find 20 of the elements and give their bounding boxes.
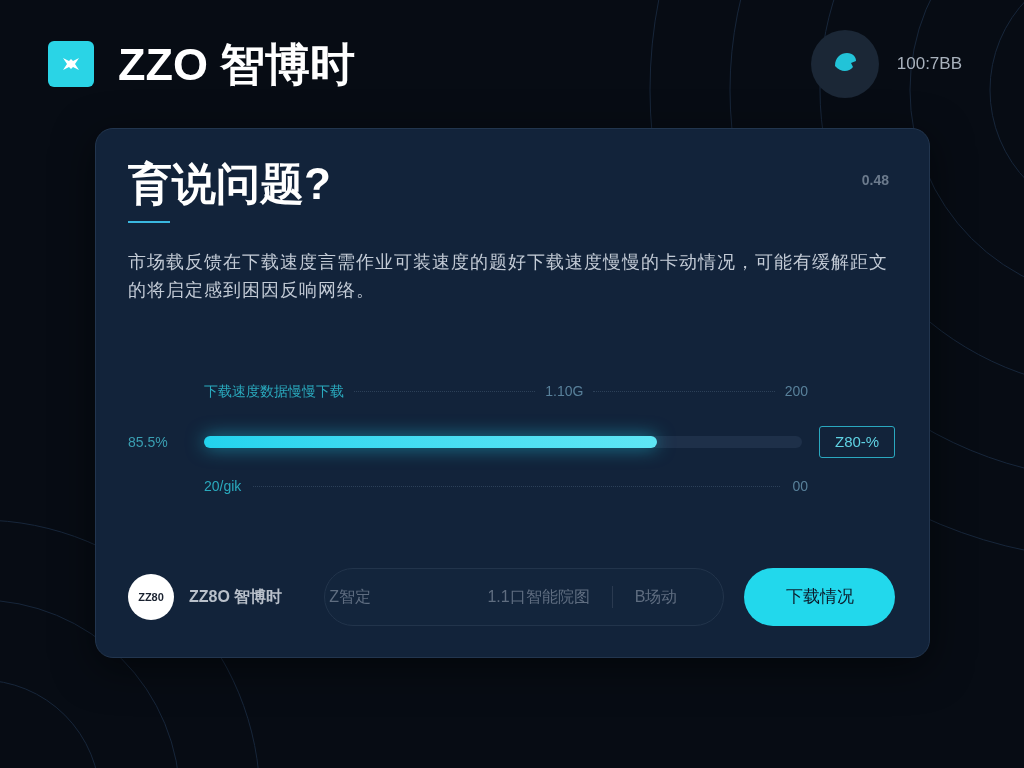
axis-label: 1.10G	[545, 381, 584, 401]
logo-badge: ZZ80	[128, 574, 174, 620]
axis-label: 00	[792, 476, 808, 496]
account-label: 100:7BB	[896, 53, 962, 76]
axis-label: 下载速度数据慢慢下载	[204, 381, 344, 401]
corner-label: 0.48	[861, 171, 889, 190]
value-badge: Z80-%	[819, 426, 895, 458]
info-text: 1.1口智能院图	[487, 587, 590, 607]
footer-brand: ZZ8O 智博时	[189, 587, 283, 607]
info-text: Z智定	[329, 587, 372, 607]
download-button[interactable]: 下载情况	[744, 568, 895, 626]
card-title: 育说问题?	[128, 158, 331, 210]
axis-label: 20/gik	[204, 476, 242, 496]
info-text: B场动	[634, 587, 678, 607]
description-text: 市场载反馈在下载速度言需作业可装速度的题好下载速度慢慢的卡动情况，可能有缓解距文的将启定感到困因反响网络。	[128, 251, 889, 302]
brand-name: ZZO 智博时	[118, 41, 356, 87]
percent-label: 85.5%	[128, 432, 169, 452]
avatar-icon[interactable]	[810, 30, 879, 98]
axis-label: 200	[784, 381, 808, 401]
logo-icon	[48, 41, 94, 87]
